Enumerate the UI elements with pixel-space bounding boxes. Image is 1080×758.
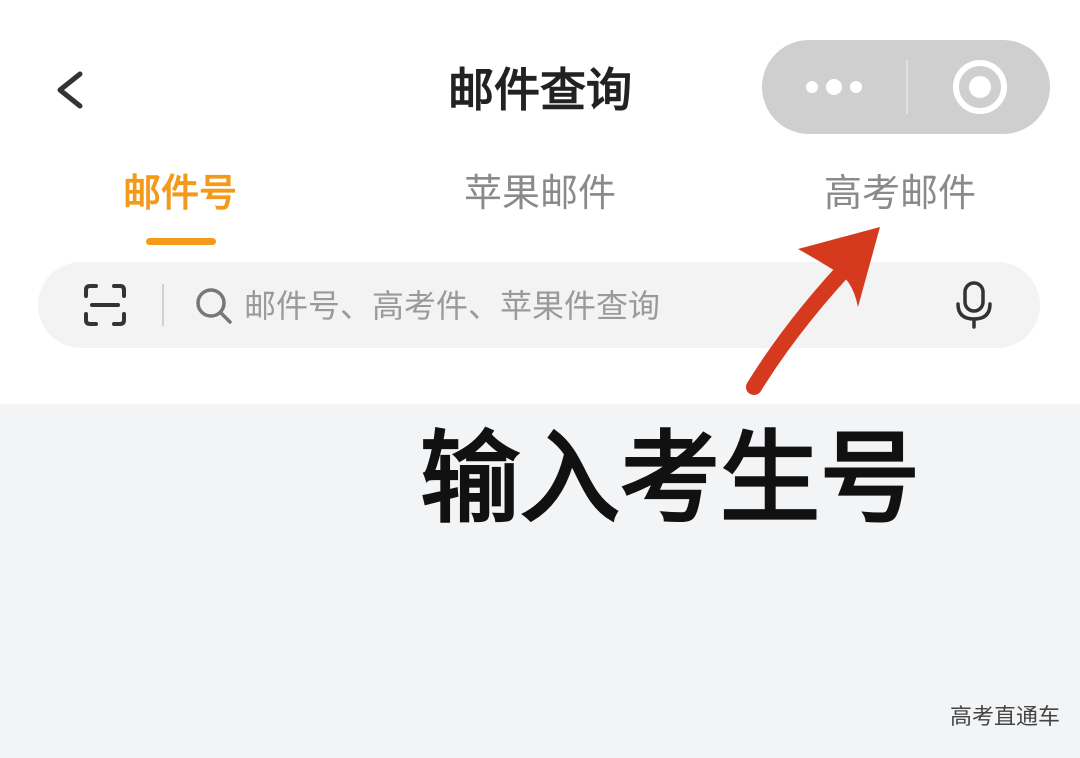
- red-arrow-annotation: [746, 227, 880, 395]
- scan-button[interactable]: [82, 282, 128, 328]
- close-mini-program-button[interactable]: [908, 40, 1050, 134]
- more-button[interactable]: [762, 40, 906, 134]
- page-title: 邮件查询: [448, 63, 632, 117]
- chevron-left-icon: [57, 71, 83, 109]
- microphone-icon: [956, 281, 992, 329]
- active-tab-indicator: [146, 238, 216, 245]
- scan-icon: [84, 284, 126, 326]
- more-dots-icon: [806, 79, 862, 95]
- search-icon: [196, 288, 232, 324]
- annotation-text: 输入考生号: [420, 420, 920, 537]
- close-circle-icon: [953, 60, 1007, 114]
- tab-apple-mail[interactable]: 苹果邮件: [430, 160, 650, 230]
- voice-search-button[interactable]: [952, 280, 996, 330]
- tab-mail-number[interactable]: 邮件号: [70, 160, 290, 230]
- mini-program-capsule: [762, 40, 1050, 134]
- back-button[interactable]: [44, 58, 104, 122]
- search-divider: [162, 284, 164, 326]
- tab-bar: 邮件号 苹果邮件 高考邮件: [0, 160, 1080, 250]
- watermark: 高考直通车: [949, 705, 1060, 730]
